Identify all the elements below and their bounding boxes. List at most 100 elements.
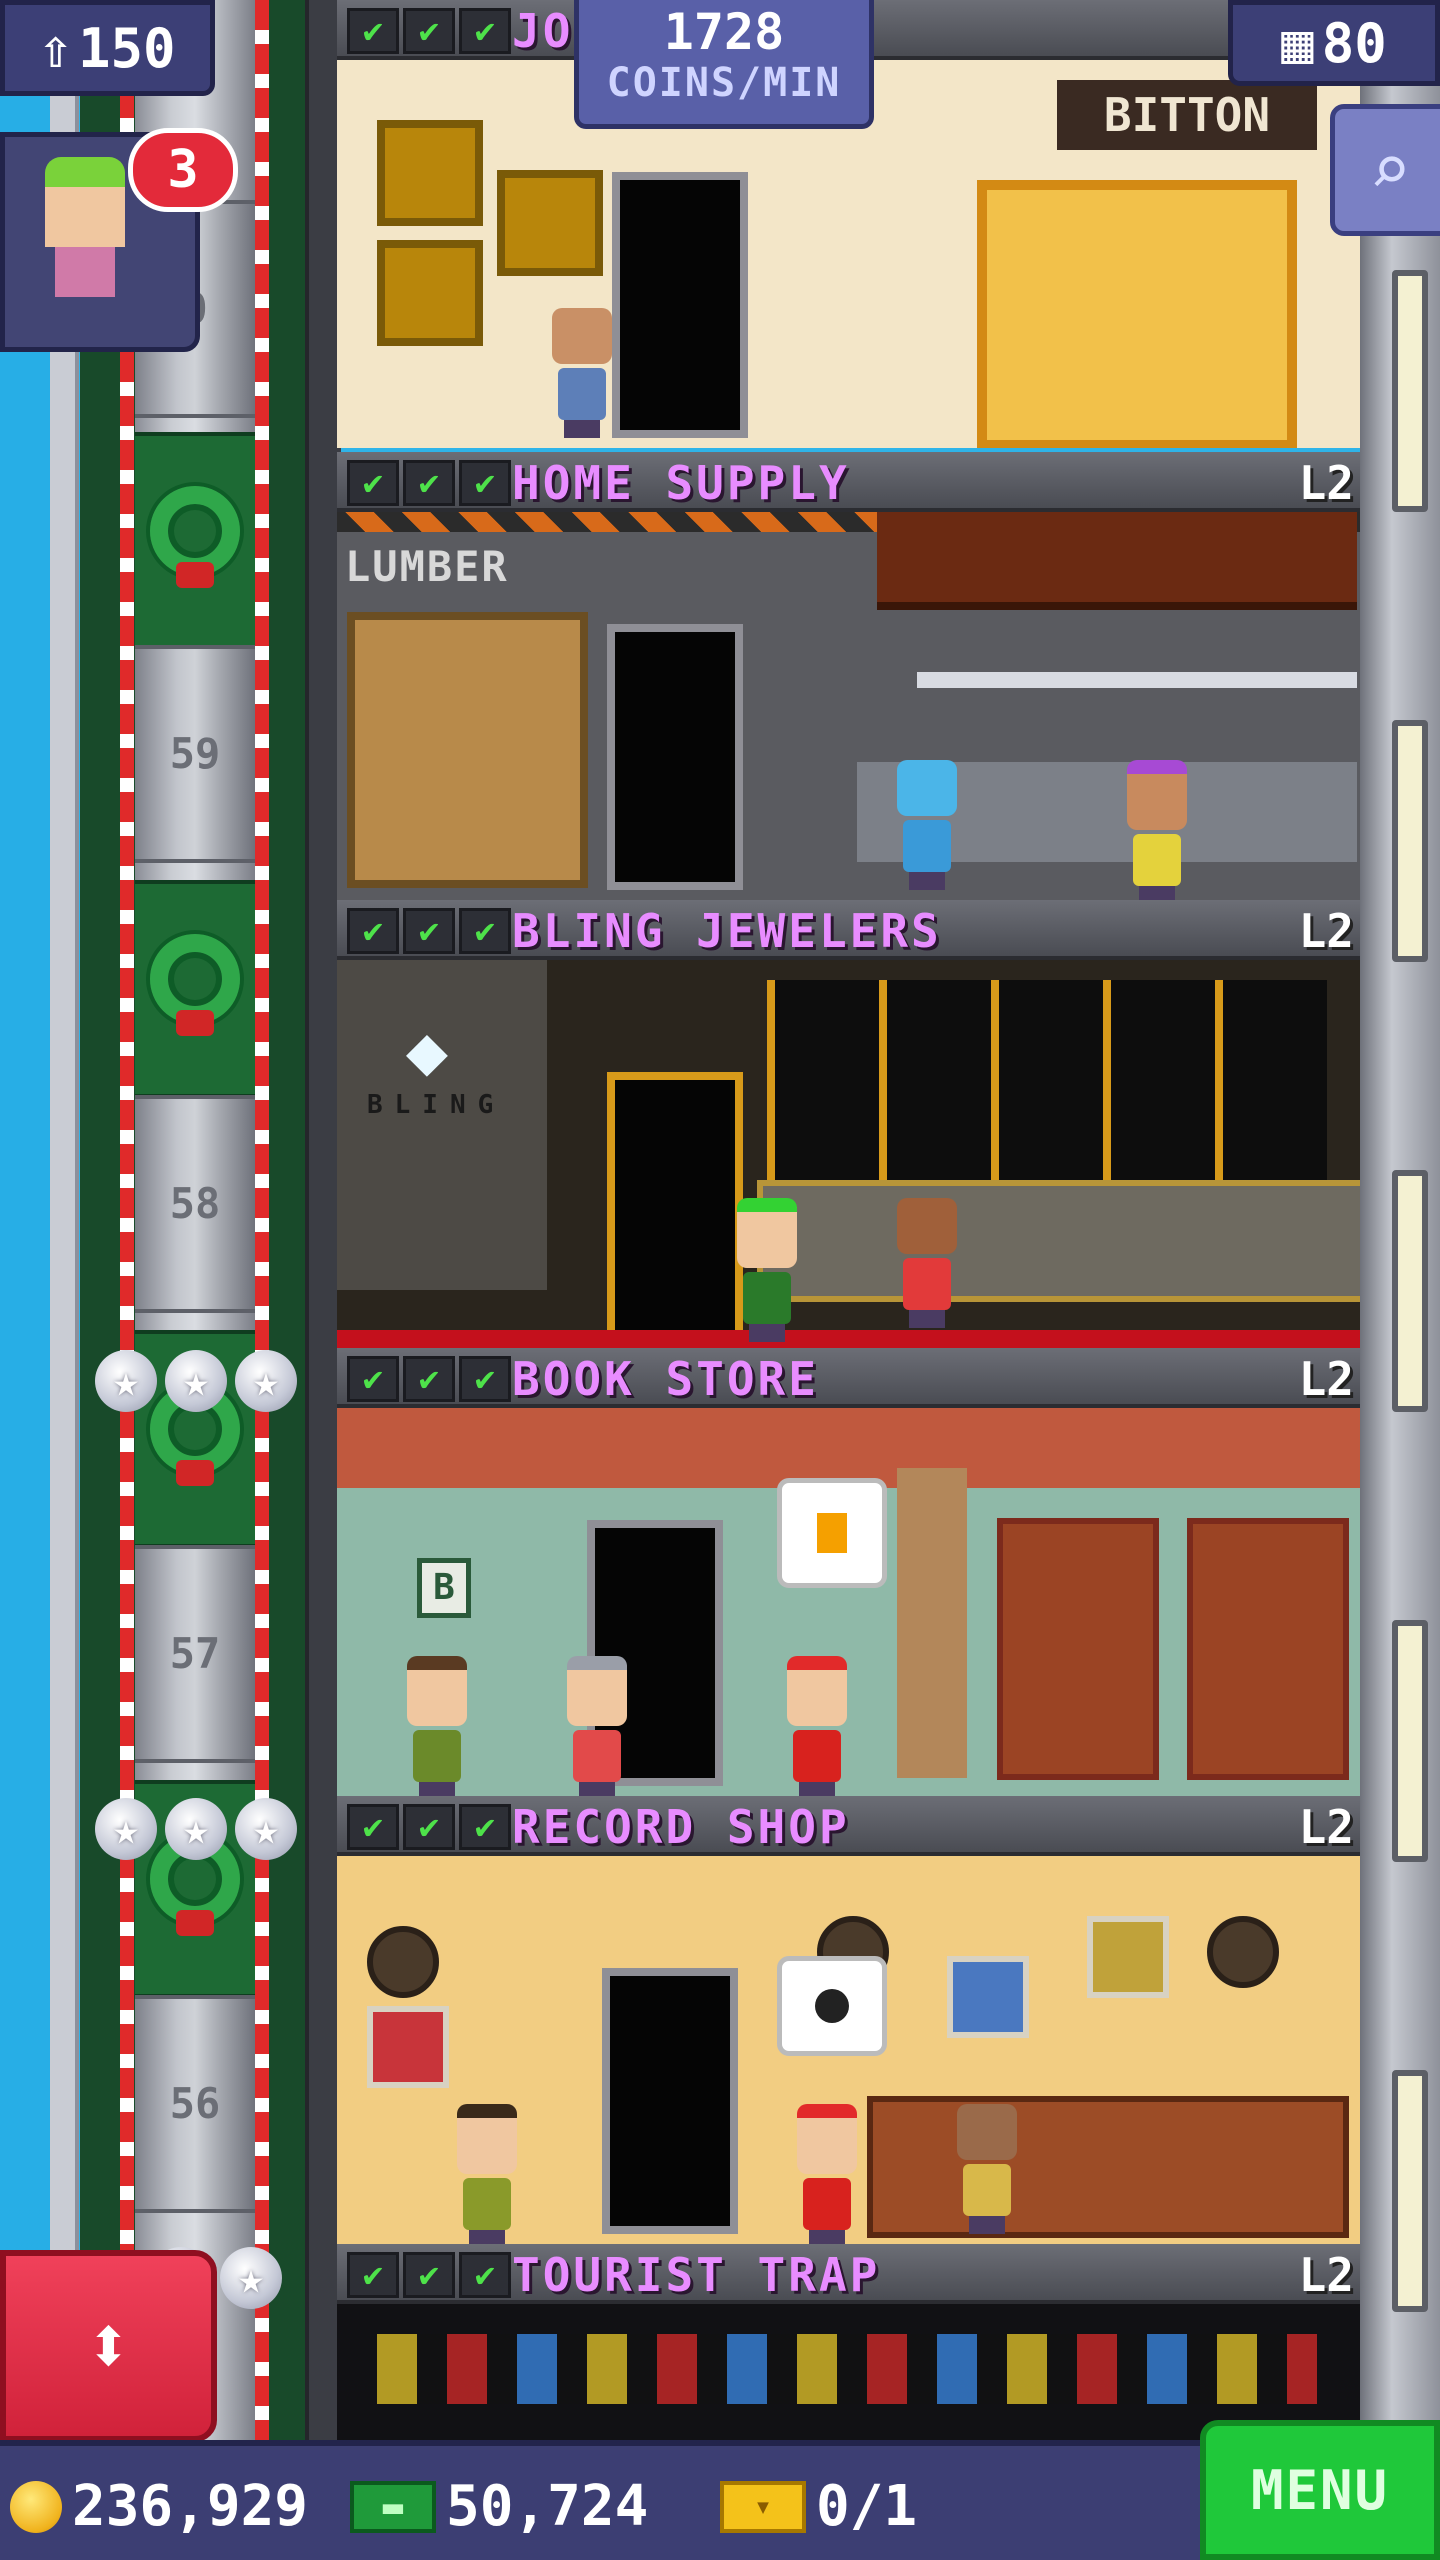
tickets-display[interactable]: ▾ 0/1 xyxy=(720,2474,917,2539)
lumber-rack xyxy=(347,612,588,888)
store-sign: LUMBER xyxy=(345,542,509,591)
wreath-decoration xyxy=(135,432,255,650)
check-icon: ✔ xyxy=(459,1804,511,1850)
floor-level: L2 xyxy=(1298,1352,1354,1406)
star-icon: ★ xyxy=(95,1798,157,1860)
vinyl-record xyxy=(1207,1916,1279,1988)
bitizen-santa[interactable] xyxy=(797,2104,857,2244)
floor-name: RECORD SHOP xyxy=(512,1800,850,1854)
star-icon: ★ xyxy=(235,1798,297,1860)
bitizen-santa[interactable] xyxy=(787,1656,847,1796)
coins-value: 236,929 xyxy=(72,2474,309,2539)
side-window xyxy=(1392,1620,1428,1862)
star-icon: ★ xyxy=(220,2247,282,2309)
store-sign: BITTON xyxy=(1057,80,1317,150)
side-window xyxy=(1392,270,1428,512)
album-poster xyxy=(367,2006,449,2088)
floor-level: L2 xyxy=(1298,1800,1354,1854)
stock-checks: ✔ ✔ ✔ xyxy=(347,1356,511,1402)
bitizen[interactable] xyxy=(957,2104,1017,2234)
stock-checks: ✔ ✔ ✔ xyxy=(347,8,511,54)
check-icon: ✔ xyxy=(403,1356,455,1402)
sky-background xyxy=(0,0,50,2440)
elevator-car[interactable]: 57 xyxy=(135,1545,255,1763)
magnifier-icon: ⌕ xyxy=(1368,129,1412,211)
floor-book-store[interactable]: ✔ ✔ ✔ BOOK STORE L2 B xyxy=(337,1348,1360,1796)
floor-bling-jewelers[interactable]: ✔ ✔ ✔ BLING JEWELERS L2 ◆ BLING xyxy=(337,900,1360,1348)
menu-button[interactable]: MENU xyxy=(1200,2420,1440,2560)
shaft-rail-right xyxy=(255,0,269,2440)
room-interior: ◆ BLING xyxy=(337,960,1360,1348)
star-icon: ★ xyxy=(165,1350,227,1412)
speech-bubble-record-icon[interactable] xyxy=(777,1956,887,2056)
floor-record-shop[interactable]: ✔ ✔ ✔ RECORD SHOP L2 xyxy=(337,1796,1360,2244)
store-sign: B xyxy=(417,1558,471,1618)
floor-name: HOME SUPPLY xyxy=(512,456,850,510)
floor-header: ✔ ✔ ✔ BOOK STORE L2 xyxy=(337,1348,1360,1408)
floor-level: L2 xyxy=(1298,456,1354,510)
record-bins xyxy=(867,2096,1349,2238)
coins-per-min-label: COINS/MIN xyxy=(606,60,842,106)
store-sign: BLING xyxy=(367,1090,506,1120)
coins-display[interactable]: 236,929 xyxy=(10,2474,308,2539)
check-icon: ✔ xyxy=(347,2252,399,2298)
bitizen[interactable] xyxy=(737,1198,797,1342)
bitizen[interactable] xyxy=(457,2104,517,2244)
search-button[interactable]: ⌕ xyxy=(1330,104,1440,236)
store-door xyxy=(607,624,743,890)
store-door xyxy=(612,172,748,438)
floor-level: L2 xyxy=(1298,2248,1354,2302)
album-poster xyxy=(1087,1916,1169,1998)
side-window xyxy=(1392,1170,1428,1412)
pillar xyxy=(897,1468,967,1778)
floor-stars: ★ ★ ★ xyxy=(95,1350,297,1412)
vinyl-record xyxy=(367,1926,439,1998)
building-outer-wall xyxy=(50,0,79,2440)
floor-name: TOURIST TRAP xyxy=(512,2248,881,2302)
elevator-control-button[interactable]: ⬍ xyxy=(0,2250,217,2442)
tool-rack xyxy=(877,512,1357,610)
room-interior: B xyxy=(337,1408,1360,1796)
check-icon: ✔ xyxy=(459,908,511,954)
elevator-car[interactable]: 56 xyxy=(135,1995,255,2213)
coin-icon xyxy=(10,2480,62,2533)
jewelry-counter xyxy=(757,1180,1360,1302)
floor-tourist-trap[interactable]: ✔ ✔ ✔ TOURIST TRAP L2 xyxy=(337,2244,1360,2440)
bitizen[interactable] xyxy=(552,308,612,438)
stock-checks: ✔ ✔ ✔ xyxy=(347,1804,511,1850)
floor-stars: ★ ★ ★ xyxy=(95,1798,297,1860)
floor-home-supply[interactable]: ✔ ✔ ✔ HOME SUPPLY L2 LUMBER xyxy=(337,452,1360,900)
check-icon: ✔ xyxy=(459,8,511,54)
building-edge xyxy=(305,0,341,2440)
star-icon: ★ xyxy=(235,1350,297,1412)
floor-counter[interactable]: ▦ 80 xyxy=(1228,0,1440,86)
bow-icon xyxy=(176,1460,214,1486)
bitizen[interactable] xyxy=(897,1198,957,1328)
wreath-decoration xyxy=(135,880,255,1098)
bitizen[interactable] xyxy=(407,1656,467,1796)
bitizen[interactable] xyxy=(567,1656,627,1796)
book-icon xyxy=(817,1513,847,1553)
population-counter[interactable]: ⇧ 150 xyxy=(0,0,215,96)
bitizen[interactable] xyxy=(897,760,957,890)
visitor-count-badge: 3 xyxy=(128,128,238,212)
check-icon: ✔ xyxy=(347,8,399,54)
speech-bubble-book-icon[interactable] xyxy=(777,1478,887,1588)
record-icon xyxy=(815,1989,849,2023)
side-window xyxy=(1392,2070,1428,2312)
room-interior: LUMBER xyxy=(337,512,1360,900)
bux-display[interactable]: ▬ 50,724 xyxy=(350,2474,648,2539)
store-door xyxy=(607,1072,743,1338)
diamond-icon: ◆ xyxy=(405,1009,449,1091)
check-icon: ✔ xyxy=(459,2252,511,2298)
room-interior xyxy=(337,2304,1360,2440)
elevator-car[interactable]: 59 xyxy=(135,645,255,863)
tickets-value: 0/1 xyxy=(816,2474,918,2539)
bitizen[interactable] xyxy=(1127,760,1187,900)
elevator-car[interactable]: 58 xyxy=(135,1095,255,1313)
bow-icon xyxy=(176,1010,214,1036)
check-icon: ✔ xyxy=(403,1804,455,1850)
floor-header: ✔ ✔ ✔ BLING JEWELERS L2 xyxy=(337,900,1360,960)
floor-header: ✔ ✔ ✔ HOME SUPPLY L2 xyxy=(337,452,1360,512)
bookshelf xyxy=(1187,1518,1349,1780)
